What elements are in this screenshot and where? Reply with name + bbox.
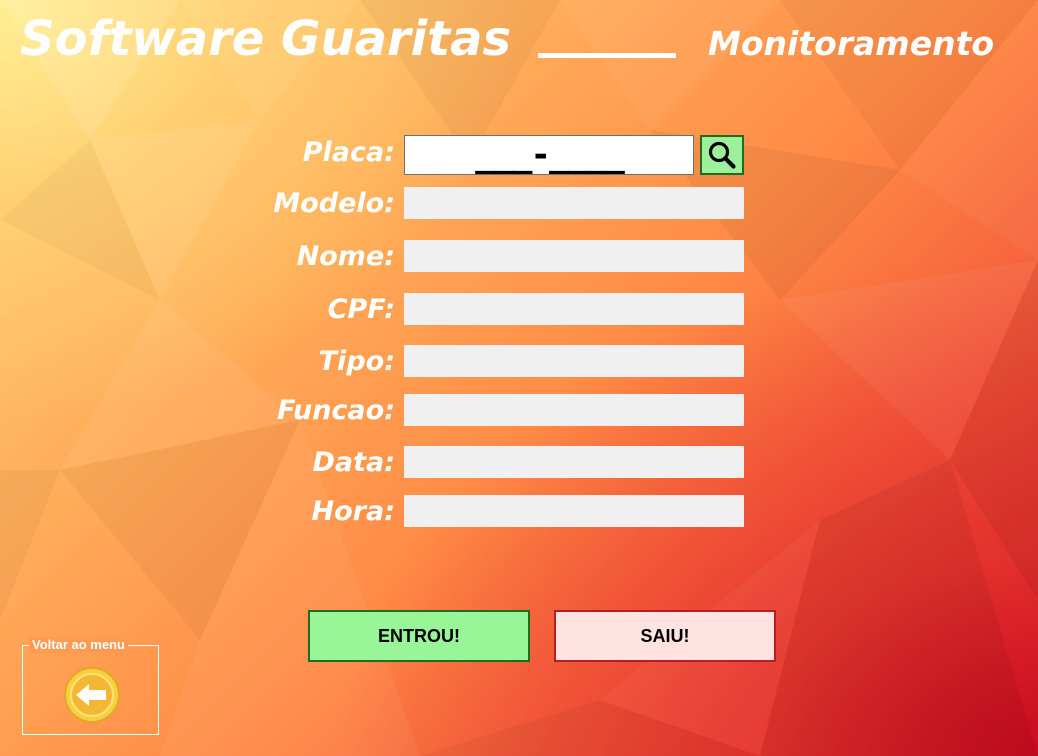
back-arrow-icon — [64, 667, 120, 723]
search-button[interactable] — [700, 135, 744, 175]
placa-label: Placa: — [302, 137, 395, 168]
data-label: Data: — [312, 447, 395, 478]
nome-field[interactable] — [404, 240, 744, 272]
nome-label: Nome: — [296, 241, 395, 272]
back-to-menu-group: Voltar ao menu — [22, 637, 159, 735]
hora-field[interactable] — [404, 495, 744, 527]
app-title: Software Guaritas — [20, 11, 512, 67]
funcao-label: Funcao: — [277, 395, 395, 426]
cpf-label: CPF: — [327, 294, 395, 325]
modelo-field[interactable] — [404, 187, 744, 219]
hora-label: Hora: — [311, 496, 395, 527]
page-subtitle: Monitoramento — [708, 24, 995, 63]
placa-input[interactable] — [404, 135, 694, 175]
funcao-field[interactable] — [404, 394, 744, 426]
entrou-button[interactable]: ENTROU! — [308, 610, 530, 662]
title-separator — [538, 53, 676, 58]
tipo-field[interactable] — [404, 345, 744, 377]
back-to-menu-label: Voltar ao menu — [29, 637, 128, 653]
back-to-menu-button[interactable] — [63, 666, 121, 724]
cpf-field[interactable] — [404, 293, 744, 325]
saiu-button[interactable]: SAIU! — [554, 610, 776, 662]
modelo-label: Modelo: — [273, 188, 395, 219]
search-icon — [708, 141, 736, 169]
data-field[interactable] — [404, 446, 744, 478]
tipo-label: Tipo: — [318, 346, 395, 377]
